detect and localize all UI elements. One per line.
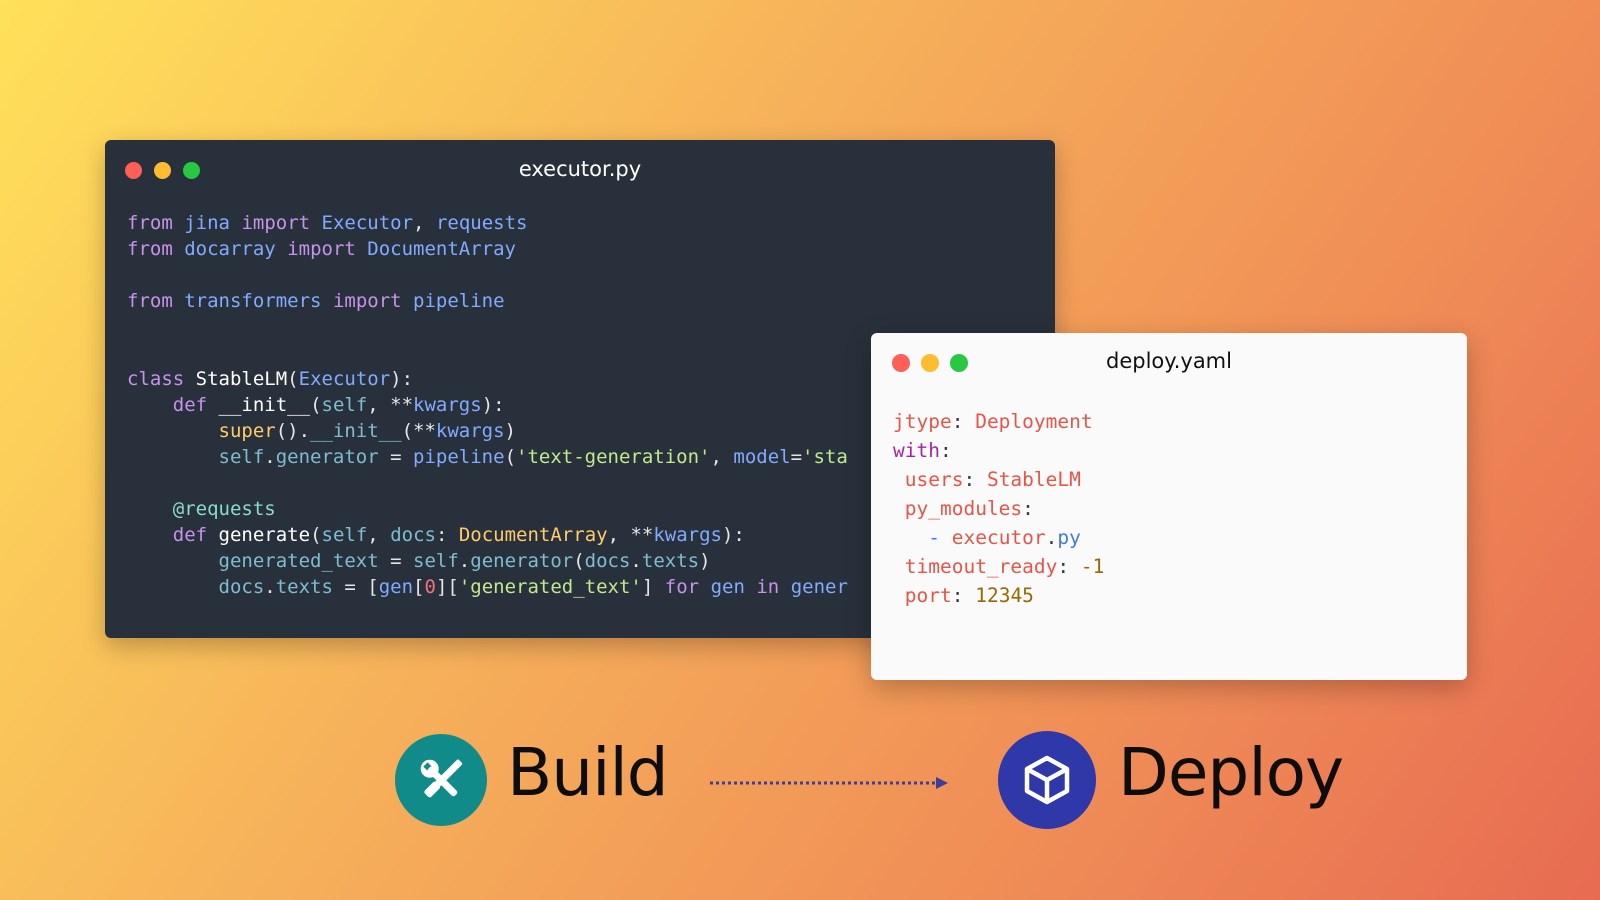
code-line-8: def __init__(self, **kwargs): (172, 394, 505, 416)
code-line-12: @requests (172, 498, 276, 520)
deploy-window: deploy.yaml jtype: Deployment with: users… (871, 333, 1467, 680)
yaml-editor[interactable]: jtype: Deployment with: users: StableLM p… (893, 407, 1104, 610)
yaml-line-5: - executor.py (928, 526, 1081, 549)
deploy-badge (998, 731, 1096, 829)
code-editor[interactable]: from jina import Executor, requests from … (127, 210, 848, 600)
build-deploy-flow: Build Deploy (0, 731, 1600, 832)
yaml-line-1: jtype: Deployment (893, 410, 1093, 433)
yaml-line-4: py_modules: (904, 497, 1034, 520)
deploy-label: Deploy (1118, 734, 1344, 811)
code-line-9: super().__init__(**kwargs) (218, 420, 516, 442)
code-line-14: generated_text = self.generator(docs.tex… (218, 550, 711, 572)
yaml-line-7: port: 12345 (904, 584, 1034, 607)
code-line-10: self.generator = pipeline('text-generati… (218, 446, 848, 468)
window-title: executor.py (518, 157, 642, 181)
build-badge (395, 734, 487, 826)
tools-icon (420, 759, 463, 798)
window-title: deploy.yaml (1106, 349, 1232, 373)
dotted-arrow (710, 777, 948, 789)
code-line-2: from docarray import DocumentArray (127, 238, 516, 260)
cube-icon (1024, 755, 1070, 805)
yaml-line-2: with: (893, 439, 952, 462)
code-line-4: from transformers import pipeline (127, 290, 505, 312)
code-line-13: def generate(self, docs: DocumentArray, … (172, 524, 745, 546)
build-label: Build (507, 734, 669, 811)
code-line-15: docs.texts = [gen[0]['generated_text'] f… (218, 576, 848, 598)
code-line-7: class StableLM(Executor): (127, 368, 414, 390)
code-line-1: from jina import Executor, requests (127, 212, 528, 234)
yaml-line-6: timeout_ready: -1 (904, 555, 1105, 578)
yaml-line-3: users: StableLM (904, 468, 1081, 491)
